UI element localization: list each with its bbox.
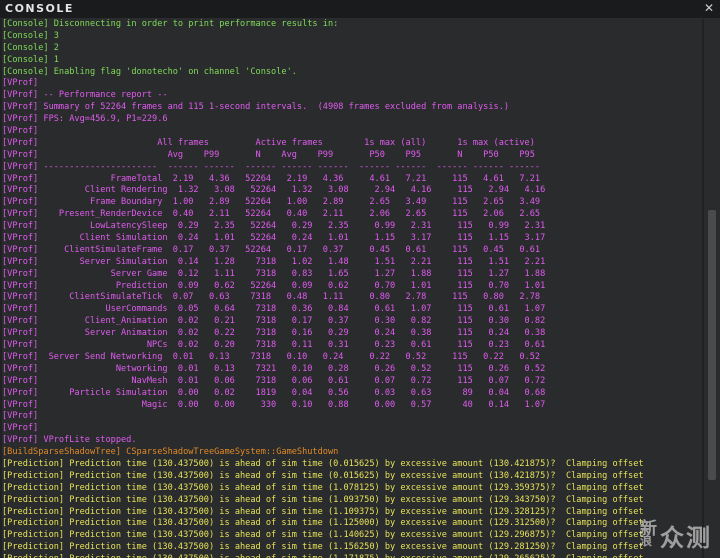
close-icon[interactable]: ✕ <box>702 1 716 15</box>
watermark-char: 测 <box>686 524 710 552</box>
watermark-logo: 新 浪 众 测 <box>638 514 710 552</box>
log-line: [VProf] Client_Animation 0.02 0.21 7318 … <box>2 316 546 327</box>
log-line: [VProf] <box>2 423 39 434</box>
log-line: [VProf] Server Game 0.12 1.11 7318 0.83 … <box>2 268 546 279</box>
console-window: CONSOLE ✕ [Console] Disconnecting in ord… <box>0 0 720 558</box>
log-line: [Console] 2 <box>2 42 59 53</box>
vertical-scrollbar[interactable] <box>704 19 720 558</box>
title-bar: CONSOLE ✕ <box>0 0 720 19</box>
watermark-char: 众 <box>660 524 684 552</box>
log-line: [BuildSparseShadowTree] CSparseShadowTre… <box>2 447 339 458</box>
log-line: [VProf] ClientSimulateTick 0.07 0.63 731… <box>2 292 541 303</box>
log-line: [VProf] FrameTotal 2.19 4.36 52264 2.19 … <box>2 173 541 184</box>
log-line: [VProf] Server Animation 0.02 0.22 7318 … <box>2 328 546 339</box>
log-line: [VProf] -- Performance report -- <box>2 90 168 101</box>
log-line: [Prediction] Prediction time (130.437500… <box>2 530 644 541</box>
log-line: [VProf] Particle Simulation 0.00 0.02 18… <box>2 387 546 398</box>
log-line: [Prediction] Prediction time (130.437500… <box>2 518 644 529</box>
log-line: [Console] 3 <box>2 30 59 41</box>
console-output[interactable]: [Console] Disconnecting in order to prin… <box>2 19 702 558</box>
log-line: [Prediction] Prediction time (130.437500… <box>2 494 644 505</box>
scrollbar-thumb[interactable] <box>708 210 716 480</box>
log-line: [VProf] NPCs 0.02 0.20 7318 0.11 0.31 0.… <box>2 340 546 351</box>
log-line: [VProf] Client Rendering 1.32 3.08 52264… <box>2 185 546 196</box>
log-line: [VProf] ClientSimulateFrame 0.17 0.37 52… <box>2 244 541 255</box>
log-line: [VProf] VProfLite stopped. <box>2 435 137 446</box>
log-line: [VProf] UserCommands 0.05 0.64 7318 0.36… <box>2 304 546 315</box>
log-line: [VProf] Server Simulation 0.14 1.28 7318… <box>2 256 546 267</box>
log-line: [VProf] Magic 0.00 0.00 330 0.10 0.88 0.… <box>2 399 546 410</box>
log-line: [VProf] Prediction 0.09 0.62 52264 0.09 … <box>2 280 546 291</box>
log-line: [VProf] <box>2 411 39 422</box>
log-line: [VProf] Networking 0.01 0.13 7321 0.10 0… <box>2 363 546 374</box>
log-line: [VProf] Summary of 52264 frames and 115 … <box>2 102 510 113</box>
log-line: [VProf] ---------------------- ------ --… <box>2 161 541 172</box>
log-line: [VProf] Client Simulation 0.24 1.01 5226… <box>2 233 546 244</box>
log-line: [VProf] Server Send Networking 0.01 0.13… <box>2 351 541 362</box>
window-title: CONSOLE <box>5 2 74 15</box>
watermark-char: 浪 <box>640 534 653 548</box>
log-line: [VProf] <box>2 126 39 137</box>
log-line: [Console] 1 <box>2 54 59 65</box>
log-line: [VProf] FPS: Avg=456.9, P1=229.6 <box>2 114 168 125</box>
log-line: [Prediction] Prediction time (130.437500… <box>2 458 644 469</box>
log-line: [Prediction] Prediction time (130.437500… <box>2 482 644 493</box>
log-line: [VProf] <box>2 78 39 89</box>
log-line: [Console] Disconnecting in order to prin… <box>2 19 339 29</box>
log-line: [Prediction] Prediction time (130.437500… <box>2 470 644 481</box>
log-line: [Prediction] Prediction time (130.437500… <box>2 554 702 558</box>
log-line: [VProf] All frames Active frames 1s max … <box>2 137 535 148</box>
log-line: [VProf] LowLatencySleep 0.29 2.35 52264 … <box>2 221 546 232</box>
log-line: [VProf] NavMesh 0.01 0.06 7318 0.06 0.61… <box>2 375 546 386</box>
log-line: [Prediction] Prediction time (130.437500… <box>2 506 644 517</box>
log-line: [VProf] Frame Boundary 1.00 2.89 52264 1… <box>2 197 541 208</box>
log-line: [VProf] Avg P99 N Avg P99 P50 P95 N P50 … <box>2 149 535 160</box>
log-line: [VProf] Present_RenderDevice 0.40 2.11 5… <box>2 209 541 220</box>
log-line: [Console] Enabling flag 'donotecho' on c… <box>2 66 297 77</box>
log-line: [Prediction] Prediction time (130.437500… <box>2 542 644 553</box>
